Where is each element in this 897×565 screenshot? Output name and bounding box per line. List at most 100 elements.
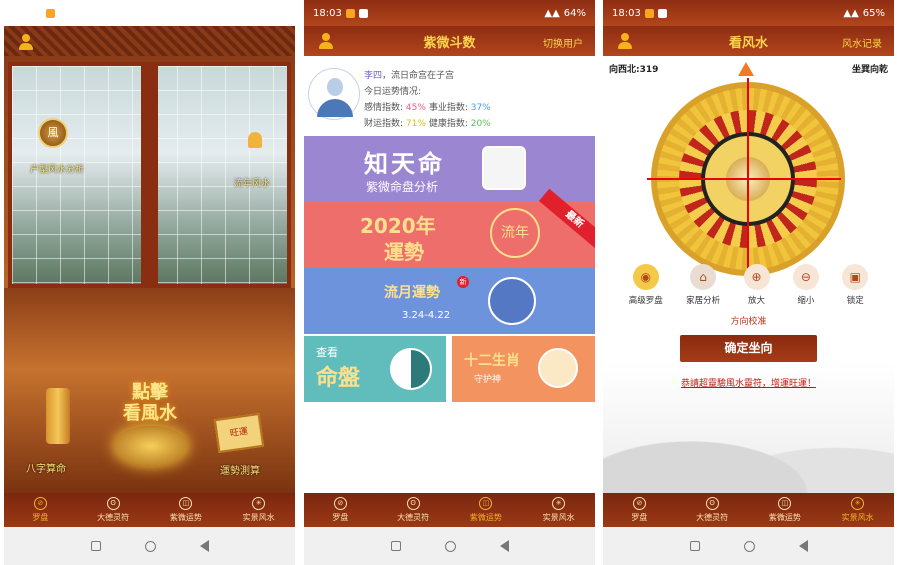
notification-icon (644, 8, 654, 18)
ziwei-icon: ◫ (778, 497, 792, 510)
floorplan-badge-icon[interactable]: 風 (38, 118, 68, 148)
recents-icon[interactable] (390, 541, 401, 551)
zoom-out-button[interactable]: ⊖ 缩小 (792, 264, 819, 306)
bazi-label[interactable]: 八字算命 (26, 460, 66, 475)
notification-icon (45, 8, 55, 18)
home-icon[interactable] (144, 540, 156, 552)
home-icon[interactable] (444, 540, 456, 552)
back-icon[interactable] (199, 540, 209, 552)
card-view-chart[interactable]: 查看 命盤 (304, 336, 446, 402)
user-icon[interactable] (617, 33, 633, 49)
tab-compass[interactable]: ⊘ 罗盘 (603, 493, 676, 527)
advanced-compass-button[interactable]: ◉ 高级罗盘 (629, 264, 663, 306)
card-zodiac[interactable]: 十二生肖 守护神 (452, 336, 595, 402)
profile-panel: 李四，流日命宫在子宫 今日运势情况: 感情指数: 45% 事业指数: 37% 财… (304, 56, 595, 136)
yinyang-icon (390, 348, 432, 390)
tab-ziwei[interactable]: ◫ 紫微运势 (450, 493, 523, 527)
floorplan-analysis-label[interactable]: 户型风水分析 (30, 162, 84, 175)
left-window (8, 62, 150, 288)
recents-icon[interactable] (689, 541, 700, 551)
room-icon: ⌂ (690, 264, 717, 290)
user-icon[interactable] (318, 33, 334, 49)
direction-readout: 向西北:319 (609, 65, 659, 75)
profile-line-4: 财运指数: 71% 健康指数: 20% (364, 119, 491, 129)
notification-icon (657, 8, 667, 18)
home-icon[interactable] (743, 540, 755, 552)
system-nav-bar (4, 527, 295, 565)
sitting-direction: 坐巽向乾 (851, 65, 888, 75)
coin-icon: ◉ (632, 264, 659, 290)
crosshair-horizontal (647, 178, 841, 180)
calibrate-link[interactable]: 方向校准 (603, 314, 894, 327)
profile-line-2: 今日运势情况: (364, 87, 422, 97)
crosshair-vertical (747, 78, 749, 272)
notification-icon (345, 8, 355, 18)
tab-fengshui[interactable]: ✳ 实景风水 (821, 493, 894, 527)
page-title: 看风水 (728, 35, 768, 51)
compass-icon: ⊘ (632, 497, 646, 510)
tab-compass[interactable]: ⊘ 罗盘 (304, 493, 377, 527)
switch-user-button[interactable]: 切换用户 (543, 35, 583, 50)
lock-button[interactable]: ▣ 锁定 (842, 264, 869, 306)
compass-icon: ⊘ (33, 497, 47, 510)
status-bar: 18:03 ▲▲ 64% (304, 0, 595, 26)
liunian-icon: 流年 (490, 208, 540, 258)
tab-talisman[interactable]: ʘ 大德灵符 (676, 493, 749, 527)
signal-icon: ▲▲ (544, 7, 560, 19)
luopan-compass[interactable] (647, 78, 845, 276)
compass-urn-icon[interactable] (114, 426, 188, 466)
phone-screen-home: 風 户型风水分析 流年风水 點擊 看風水 八字算命 旺運 運勢測算 18:03 ▲… (4, 0, 295, 565)
talisman-promo-link[interactable]: 恭請超靈驗風水靈符，增運旺運！ (603, 376, 894, 389)
talisman-icon: ʘ (106, 497, 120, 510)
tab-fengshui[interactable]: ✳ 实景风水 (522, 493, 595, 527)
user-icon[interactable] (18, 34, 34, 50)
fengshui-record-button[interactable]: 风水记录 (842, 35, 882, 50)
notification-icon (358, 8, 368, 18)
fengshui-icon: ✳ (252, 497, 266, 510)
direction-arrow-icon (738, 62, 754, 76)
annual-fengshui-label[interactable]: 流年风水 (234, 176, 270, 189)
confirm-direction-button[interactable]: 确定坐向 (680, 335, 817, 362)
profile-line-1: 李四，流日命宫在子宫 (364, 71, 455, 81)
phone-screen-ziwei: 18:03 ▲▲ 64% 紫微斗数 切换用户 李四，流日命宫在子宫 今日运势情况:… (304, 0, 595, 565)
zoom-in-button[interactable]: ⊕ 放大 (743, 264, 770, 306)
tab-ziwei[interactable]: ◫ 紫微运势 (150, 493, 223, 527)
zoom-in-icon: ⊕ (743, 264, 770, 290)
tab-ziwei[interactable]: ◫ 紫微运势 (749, 493, 822, 527)
roof-pattern (4, 26, 295, 56)
home-analysis-button[interactable]: ⌂ 家居分析 (686, 264, 720, 306)
system-nav-bar (304, 527, 595, 565)
fengshui-icon: ✳ (552, 497, 566, 510)
book-yinyang-icon (482, 146, 526, 190)
tab-fengshui[interactable]: ✳ 实景风水 (222, 493, 295, 527)
recents-icon[interactable] (90, 541, 101, 551)
new-badge: 新 (457, 276, 469, 288)
center-title[interactable]: 點擊 看風水 (102, 382, 198, 424)
tab-talisman[interactable]: ʘ 大德灵符 (377, 493, 450, 527)
back-icon[interactable] (499, 540, 509, 552)
avatar[interactable] (308, 68, 360, 120)
lock-icon: ▣ (842, 264, 869, 290)
phone-screen-fengshui: 18:03 ▲▲ 65% 看风水 风水记录 向西北:319 坐巽向乾 ◉ 高级罗盘 … (603, 0, 894, 565)
notification-icon (58, 8, 68, 18)
profile-line-3: 感情指数: 45% 事业指数: 37% (364, 103, 491, 113)
tab-compass[interactable]: ⊘ 罗盘 (4, 493, 77, 527)
meditation-icon (488, 277, 536, 325)
card-monthly-fortune[interactable]: 流月運勢 3.24-4.22 新 (304, 268, 595, 334)
fortune-tube-icon[interactable] (46, 388, 70, 444)
scroll-icon[interactable]: 旺運 (213, 412, 265, 454)
bell-icon[interactable] (248, 132, 262, 148)
card-annual-fortune[interactable]: 2020年 運勢 流年 最新 (304, 188, 595, 268)
fortune-test-label[interactable]: 運勢測算 (220, 462, 260, 477)
tab-bar: ⊘ 罗盘 ʘ 大德灵符 ◫ 紫微运势 ✳ 实景风水 (603, 493, 894, 527)
signal-icon: ▲▲ (244, 7, 260, 19)
system-nav-bar (603, 527, 894, 565)
tab-bar: ⊘ 罗盘 ʘ 大德灵符 ◫ 紫微运势 ✳ 实景风水 (4, 493, 295, 527)
landscape-background (603, 403, 894, 493)
talisman-icon: ʘ (705, 497, 719, 510)
status-bar: 18:03 ▲▲ 65% (603, 0, 894, 26)
back-icon[interactable] (798, 540, 808, 552)
fengshui-content: 向西北:319 坐巽向乾 ◉ 高级罗盘 ⌂ 家居分析 ⊕ 放大 ⊖ 缩小 ▣ 锁定 方向校… (603, 56, 894, 493)
tab-talisman[interactable]: ʘ 大德灵符 (77, 493, 150, 527)
ziwei-content: 李四，流日命宫在子宫 今日运势情况: 感情指数: 45% 事业指数: 37% 财… (304, 56, 595, 493)
